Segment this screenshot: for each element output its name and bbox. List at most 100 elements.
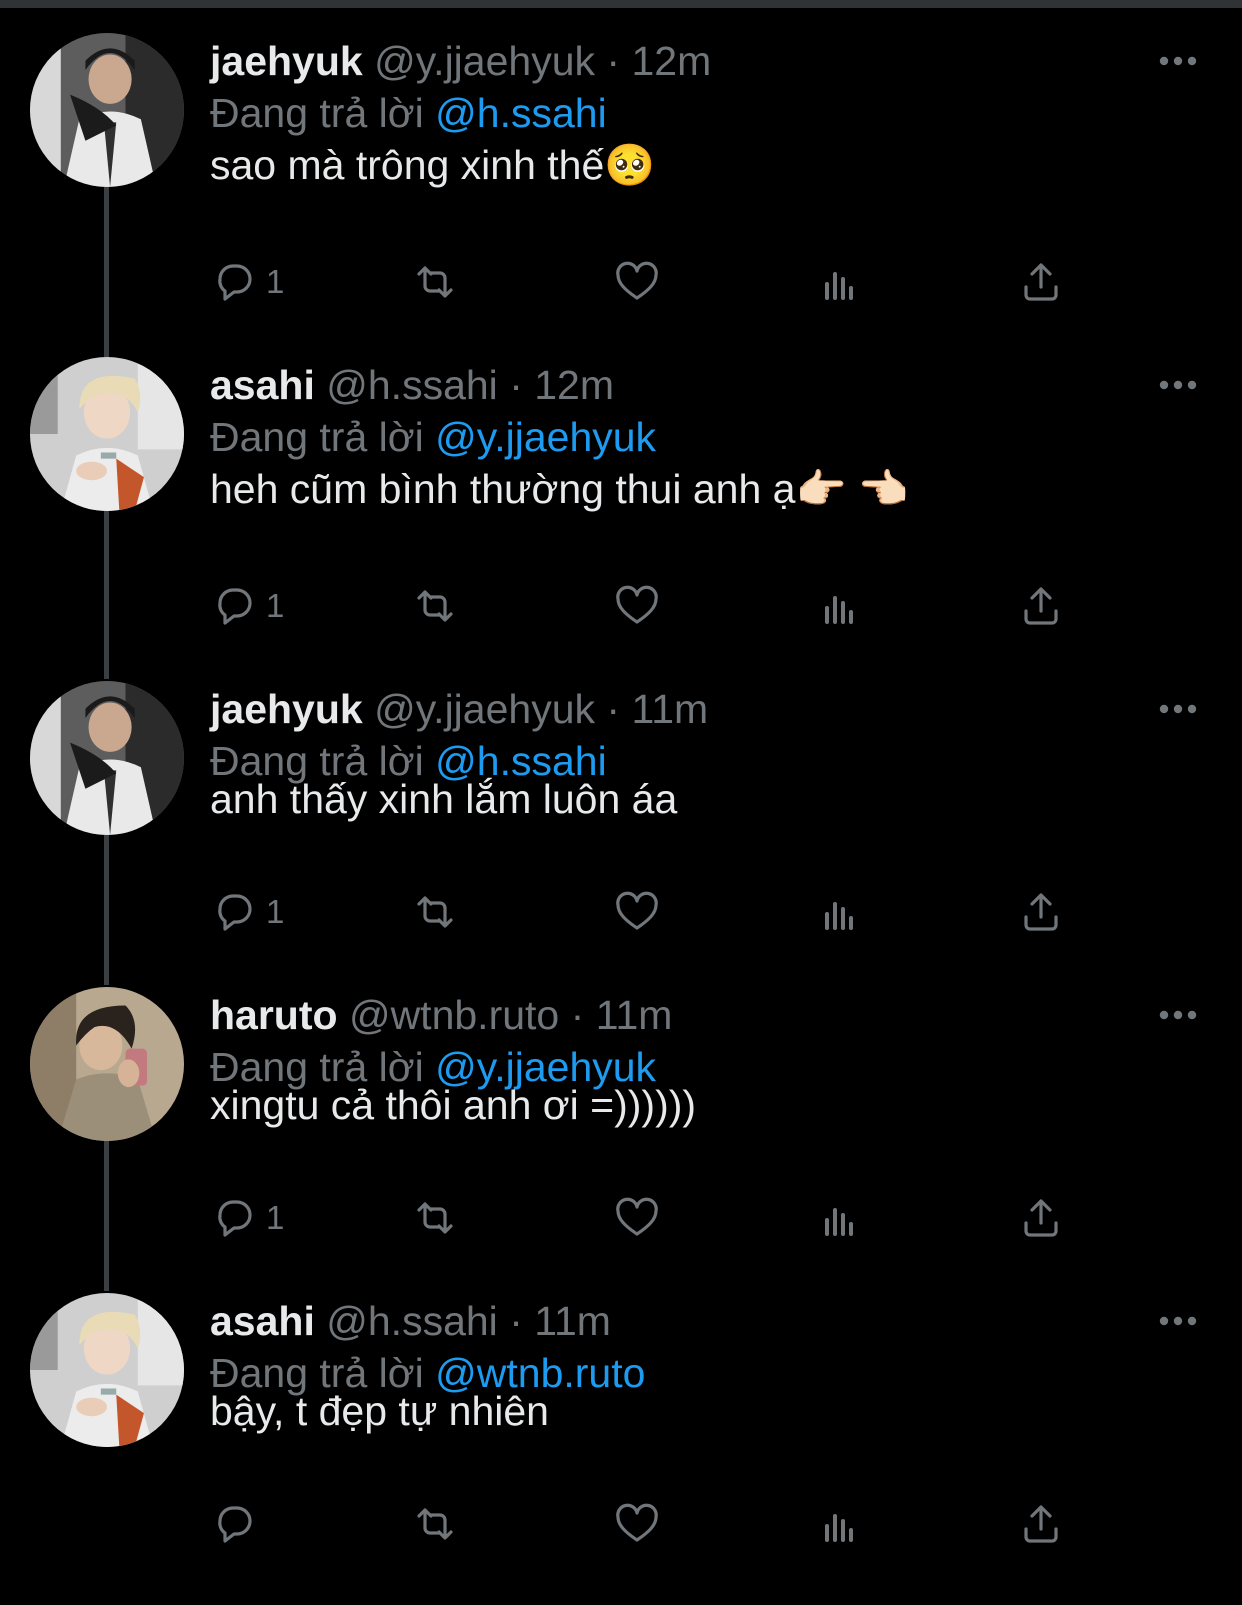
top-divider bbox=[0, 0, 1242, 8]
timestamp[interactable]: 12m bbox=[631, 38, 711, 84]
tweet-text: sao mà trông xinh thế🥺 bbox=[210, 142, 656, 188]
reply-icon bbox=[218, 1200, 252, 1237]
tweet[interactable]: asahi @h.ssahi · 11m Đang trả lời @wtnb.r… bbox=[0, 1293, 1242, 1605]
display-name[interactable]: jaehyuk bbox=[210, 38, 363, 84]
username[interactable]: @y.jjaehyuk bbox=[374, 686, 595, 732]
share-button[interactable] bbox=[1016, 1496, 1066, 1552]
separator-dot: · bbox=[509, 1298, 523, 1344]
reply-button[interactable]: 1 bbox=[206, 254, 284, 310]
reply-button[interactable]: 1 bbox=[206, 578, 284, 634]
display-name[interactable]: asahi bbox=[210, 362, 315, 408]
share-icon bbox=[1024, 1505, 1058, 1543]
timestamp[interactable]: 12m bbox=[534, 362, 614, 408]
retweet-button[interactable] bbox=[410, 254, 460, 310]
like-button[interactable] bbox=[612, 1190, 662, 1246]
retweet-icon bbox=[417, 896, 453, 928]
views-button[interactable] bbox=[815, 1190, 865, 1246]
tweet-actions: 1 bbox=[0, 254, 1242, 310]
tweet[interactable]: jaehyuk @y.jjaehyuk · 12m Đang trả lời @h… bbox=[0, 33, 1242, 345]
separator-dot: · bbox=[606, 38, 621, 84]
heart-icon bbox=[616, 1197, 658, 1236]
more-horizontal-icon[interactable] bbox=[1158, 703, 1198, 715]
avatar[interactable] bbox=[30, 1293, 184, 1447]
views-button[interactable] bbox=[815, 578, 865, 634]
reply-icon bbox=[218, 894, 252, 931]
views-icon bbox=[825, 1514, 853, 1542]
reply-button[interactable]: 1 bbox=[206, 884, 284, 940]
replying-to: Đang trả lời @y.jjaehyuk bbox=[210, 411, 656, 463]
like-button[interactable] bbox=[612, 884, 662, 940]
mention-link[interactable]: @h.ssahi bbox=[435, 90, 607, 136]
tweet-text: anh thấy xinh lắm luôn áa bbox=[210, 776, 678, 822]
replying-to-label: Đang trả lời bbox=[210, 90, 424, 136]
share-icon bbox=[1024, 893, 1058, 931]
retweet-icon bbox=[417, 1508, 453, 1540]
tweet[interactable]: asahi @h.ssahi · 12m Đang trả lời @y.jjae… bbox=[0, 357, 1242, 669]
retweet-button[interactable] bbox=[410, 1496, 460, 1552]
more-horizontal-icon[interactable] bbox=[1158, 1315, 1198, 1327]
reply-icon bbox=[218, 1506, 252, 1543]
tweet-text: bậy, t đẹp tự nhiên bbox=[210, 1388, 549, 1434]
replying-to-label: Đang trả lời bbox=[210, 414, 424, 460]
more-horizontal-icon[interactable] bbox=[1158, 1009, 1198, 1021]
timestamp[interactable]: 11m bbox=[534, 1298, 611, 1344]
username[interactable]: @h.ssahi bbox=[326, 362, 498, 408]
tweet[interactable]: jaehyuk @y.jjaehyuk · 11m Đang trả lời @h… bbox=[0, 681, 1242, 993]
views-button[interactable] bbox=[815, 1496, 865, 1552]
share-button[interactable] bbox=[1016, 254, 1066, 310]
retweet-button[interactable] bbox=[410, 884, 460, 940]
reply-icon bbox=[218, 588, 252, 625]
more-horizontal-icon[interactable] bbox=[1158, 379, 1198, 391]
reply-button[interactable]: 1 bbox=[206, 1190, 284, 1246]
username[interactable]: @y.jjaehyuk bbox=[374, 38, 595, 84]
reply-count: 1 bbox=[266, 263, 285, 300]
views-icon bbox=[825, 1208, 853, 1236]
tweet-header: jaehyuk @y.jjaehyuk · 11m bbox=[210, 681, 708, 737]
timestamp[interactable]: 11m bbox=[631, 686, 708, 732]
share-button[interactable] bbox=[1016, 1190, 1066, 1246]
avatar[interactable] bbox=[30, 33, 184, 187]
tweet-actions: 1 bbox=[0, 884, 1242, 940]
tweet[interactable]: haruto @wtnb.ruto · 11m Đang trả lời @y.j… bbox=[0, 987, 1242, 1299]
like-button[interactable] bbox=[612, 1496, 662, 1552]
views-icon bbox=[825, 902, 853, 930]
heart-icon bbox=[616, 1503, 658, 1542]
tweet-actions: 1 bbox=[0, 1190, 1242, 1246]
mention-link[interactable]: @y.jjaehyuk bbox=[435, 414, 656, 460]
reply-count: 1 bbox=[266, 587, 285, 624]
share-icon bbox=[1024, 263, 1058, 301]
like-button[interactable] bbox=[612, 254, 662, 310]
tweet-text: xingtu cả thôi anh ơi =)))))) bbox=[210, 1082, 697, 1128]
tweet-header: asahi @h.ssahi · 12m bbox=[210, 357, 614, 413]
separator-dot: · bbox=[570, 992, 585, 1038]
username[interactable]: @wtnb.ruto bbox=[349, 992, 559, 1038]
views-button[interactable] bbox=[815, 884, 865, 940]
separator-dot: · bbox=[509, 362, 523, 408]
tweet-header: asahi @h.ssahi · 11m bbox=[210, 1293, 611, 1349]
username[interactable]: @h.ssahi bbox=[326, 1298, 498, 1344]
avatar[interactable] bbox=[30, 357, 184, 511]
tweet-header: haruto @wtnb.ruto · 11m bbox=[210, 987, 672, 1043]
heart-icon bbox=[616, 891, 658, 930]
views-button[interactable] bbox=[815, 254, 865, 310]
more-horizontal-icon[interactable] bbox=[1158, 55, 1198, 67]
share-icon bbox=[1024, 1199, 1058, 1237]
separator-dot: · bbox=[606, 686, 621, 732]
share-icon bbox=[1024, 587, 1058, 625]
avatar[interactable] bbox=[30, 681, 184, 835]
display-name[interactable]: asahi bbox=[210, 1298, 315, 1344]
like-button[interactable] bbox=[612, 578, 662, 634]
reply-count: 1 bbox=[266, 1199, 285, 1236]
share-button[interactable] bbox=[1016, 884, 1066, 940]
avatar[interactable] bbox=[30, 987, 184, 1141]
retweet-button[interactable] bbox=[410, 578, 460, 634]
display-name[interactable]: haruto bbox=[210, 992, 338, 1038]
retweet-icon bbox=[417, 1202, 453, 1234]
timestamp[interactable]: 11m bbox=[596, 992, 673, 1038]
reply-count: 1 bbox=[266, 893, 285, 930]
retweet-button[interactable] bbox=[410, 1190, 460, 1246]
share-button[interactable] bbox=[1016, 578, 1066, 634]
display-name[interactable]: jaehyuk bbox=[210, 686, 363, 732]
reply-button[interactable] bbox=[206, 1496, 266, 1552]
heart-icon bbox=[616, 261, 658, 300]
